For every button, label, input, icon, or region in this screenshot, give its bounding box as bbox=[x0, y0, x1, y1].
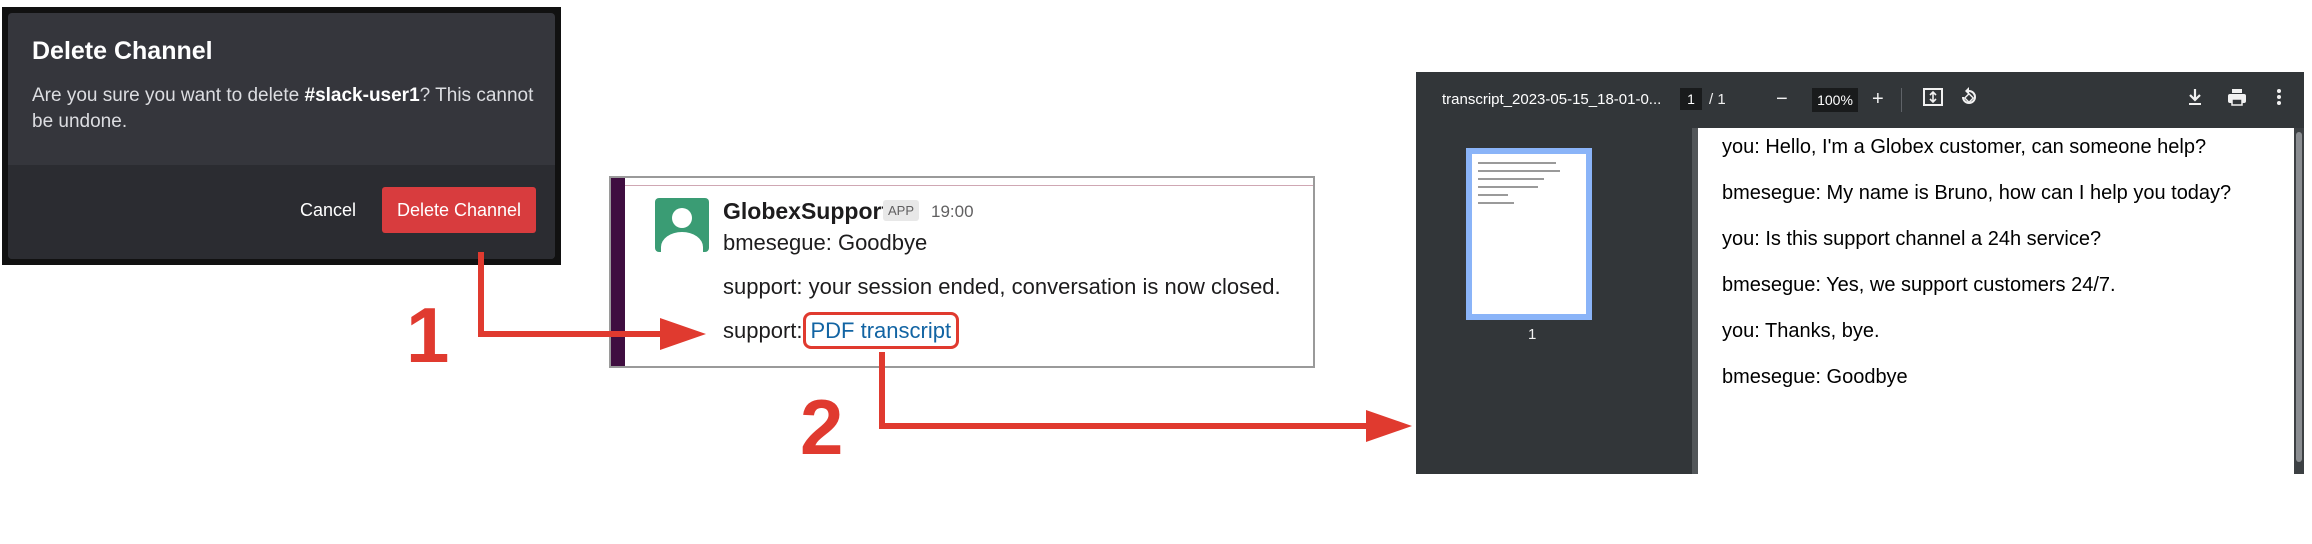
arrow-2-head bbox=[1366, 410, 1412, 442]
step-2-label: 2 bbox=[800, 383, 844, 471]
step-1-label: 1 bbox=[406, 291, 450, 379]
arrow-1-line bbox=[478, 252, 660, 337]
annotation-arrows bbox=[478, 252, 1412, 442]
arrow-1-head bbox=[660, 318, 706, 350]
arrow-2-line bbox=[879, 352, 1366, 429]
